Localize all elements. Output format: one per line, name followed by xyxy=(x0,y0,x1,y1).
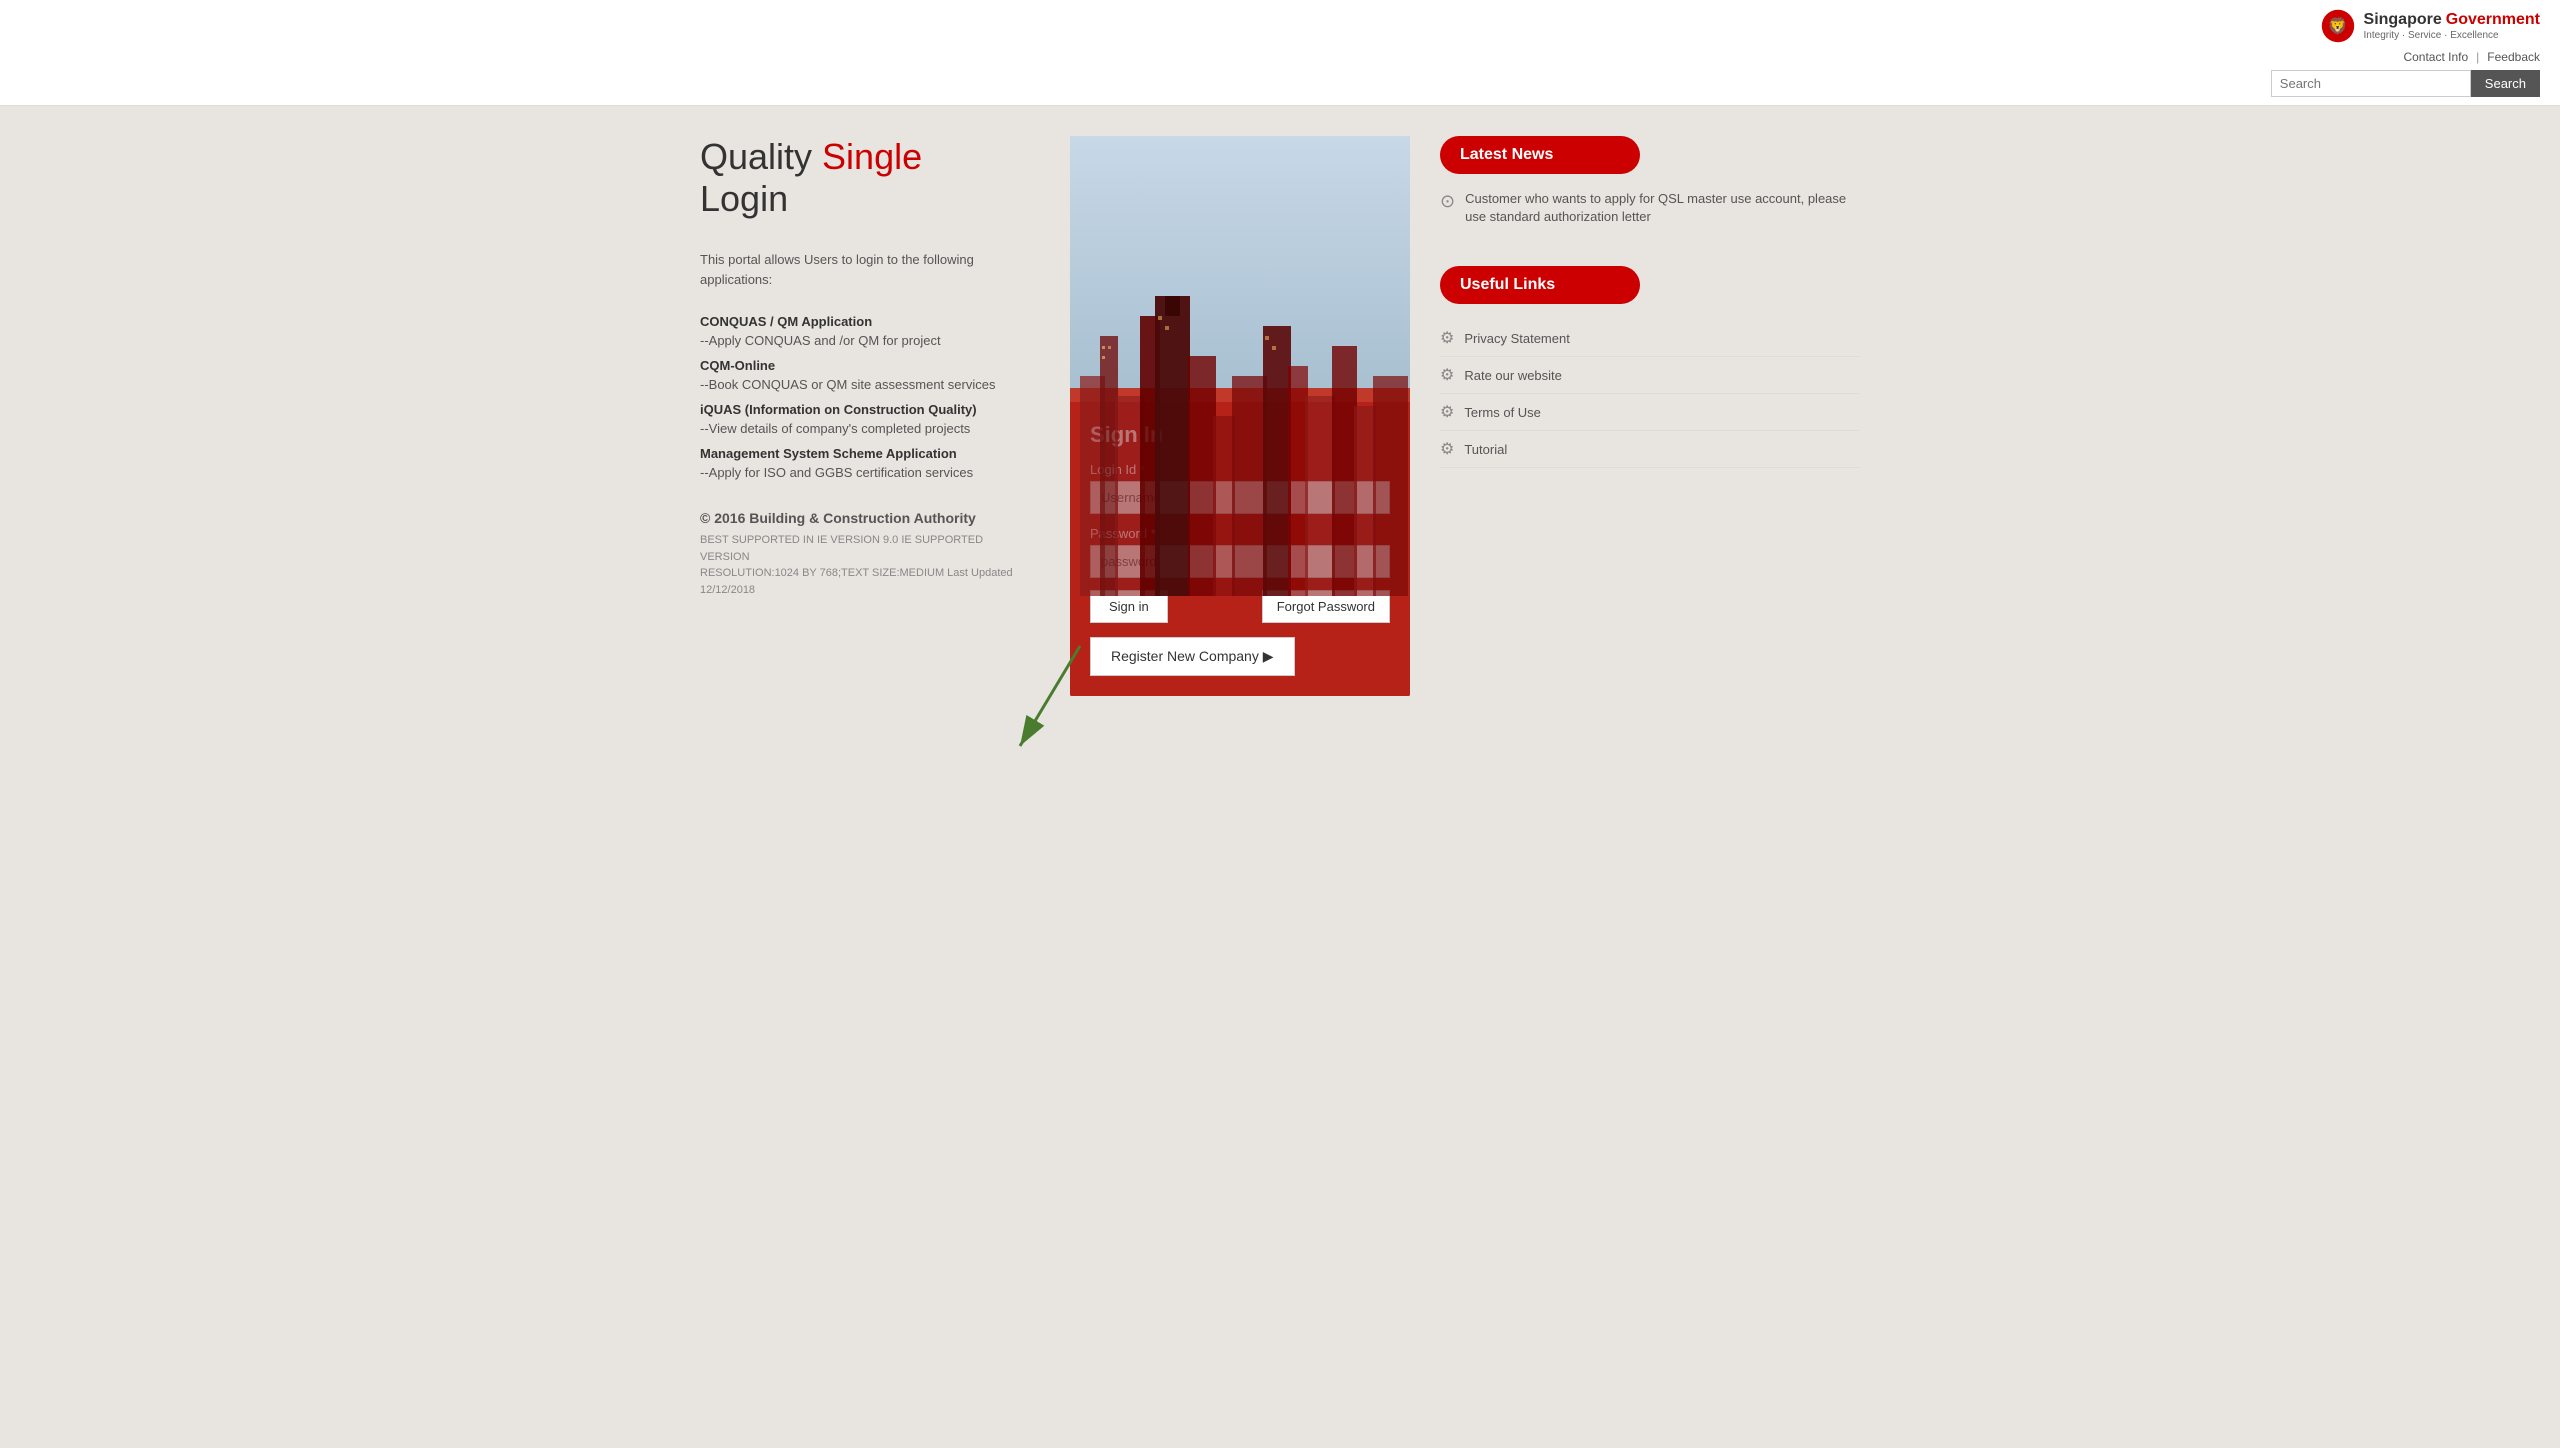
terms-of-use-label: Terms of Use xyxy=(1464,405,1541,420)
copyright: © 2016 Building & Construction Authority xyxy=(700,510,1020,526)
gov-singapore-label: Singapore xyxy=(2364,10,2442,29)
header: 🦁 Singapore Government Integrity · Servi… xyxy=(0,0,2560,106)
gov-government-label: Government xyxy=(2446,10,2540,29)
header-right: 🦁 Singapore Government Integrity · Servi… xyxy=(2271,8,2540,97)
gear-icon-2: ⚙ xyxy=(1440,365,1454,385)
center-panel: Sign In Login Id * Password * Sign in Fo… xyxy=(1070,136,1410,696)
list-item: --Apply CONQUAS and /or QM for project xyxy=(700,333,1020,348)
title-login: Login xyxy=(700,178,788,219)
list-item: CQM-Online xyxy=(700,358,1020,373)
gear-icon-1: ⚙ xyxy=(1440,328,1454,348)
main-container: Quality Single Login This portal allows … xyxy=(680,106,1880,726)
list-item: --Apply for ISO and GGBS certification s… xyxy=(700,465,1020,480)
news-item: ⊙ Customer who wants to apply for QSL ma… xyxy=(1440,190,1860,226)
gov-tagline: Integrity · Service · Excellence xyxy=(2364,30,2540,42)
footer-text: © 2016 Building & Construction Authority… xyxy=(700,510,1020,598)
list-item: --Book CONQUAS or QM site assessment ser… xyxy=(700,377,1020,392)
city-skyline xyxy=(1070,296,1410,596)
gear-icon-4: ⚙ xyxy=(1440,439,1454,459)
news-text: Customer who wants to apply for QSL mast… xyxy=(1465,190,1860,226)
svg-text:🦁: 🦁 xyxy=(2327,16,2347,35)
register-section: Register New Company ▶ xyxy=(1090,637,1390,676)
privacy-statement-label: Privacy Statement xyxy=(1464,331,1570,346)
page-title: Quality Single Login xyxy=(700,136,1020,220)
tech-info: BEST SUPPORTED IN IE VERSION 9.0 IE SUPP… xyxy=(700,532,1020,598)
left-panel: Quality Single Login This portal allows … xyxy=(700,136,1040,696)
register-new-company-button[interactable]: Register New Company ▶ xyxy=(1090,637,1295,676)
tutorial-link[interactable]: ⚙ Tutorial xyxy=(1440,431,1860,468)
terms-of-use-link[interactable]: ⚙ Terms of Use xyxy=(1440,394,1860,431)
rate-website-link[interactable]: ⚙ Rate our website xyxy=(1440,357,1860,394)
list-item: iQUAS (Information on Construction Quali… xyxy=(700,402,1020,417)
search-input[interactable] xyxy=(2271,70,2471,97)
list-item: --View details of company's completed pr… xyxy=(700,421,1020,436)
search-button[interactable]: Search xyxy=(2471,70,2540,97)
city-image: Sign In Login Id * Password * Sign in Fo… xyxy=(1070,136,1410,696)
gov-logo-text: Singapore Government Integrity · Service… xyxy=(2364,10,2540,41)
lion-icon: 🦁 xyxy=(2320,8,2356,44)
title-quality: Quality xyxy=(700,136,822,177)
contact-info-link[interactable]: Contact Info xyxy=(2403,50,2468,64)
description: This portal allows Users to login to the… xyxy=(700,250,1020,289)
title-single: Single xyxy=(822,136,922,177)
right-panel: Latest News ⊙ Customer who wants to appl… xyxy=(1440,136,1860,696)
latest-news-header: Latest News xyxy=(1440,136,1640,174)
news-gear-icon: ⊙ xyxy=(1440,191,1455,212)
privacy-statement-link[interactable]: ⚙ Privacy Statement xyxy=(1440,320,1860,357)
separator: | xyxy=(2476,50,2479,64)
app-list: CONQUAS / QM Application --Apply CONQUAS… xyxy=(700,314,1020,480)
useful-links-section: Useful Links ⚙ Privacy Statement ⚙ Rate … xyxy=(1440,266,1860,468)
rate-website-label: Rate our website xyxy=(1464,368,1562,383)
gear-icon-3: ⚙ xyxy=(1440,402,1454,422)
latest-news-section: Latest News ⊙ Customer who wants to appl… xyxy=(1440,136,1860,226)
useful-links-header: Useful Links xyxy=(1440,266,1640,304)
search-bar: Search xyxy=(2271,70,2540,97)
feedback-link[interactable]: Feedback xyxy=(2487,50,2540,64)
gov-logo: 🦁 Singapore Government Integrity · Servi… xyxy=(2320,8,2540,44)
header-links: Contact Info | Feedback xyxy=(2403,50,2540,64)
list-item: CONQUAS / QM Application xyxy=(700,314,1020,329)
tutorial-label: Tutorial xyxy=(1464,442,1507,457)
list-item: Management System Scheme Application xyxy=(700,446,1020,461)
